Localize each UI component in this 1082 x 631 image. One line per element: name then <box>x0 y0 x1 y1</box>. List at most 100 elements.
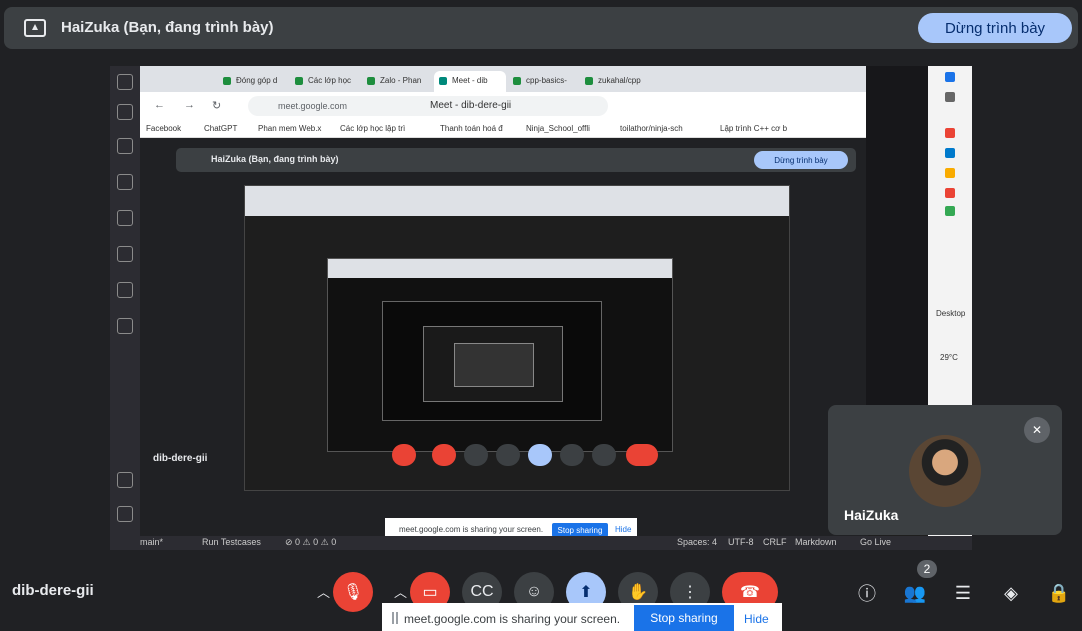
status-counts: ⊘ 0 ⚠ 0 ⚠ 0 <box>285 537 337 547</box>
vscode-status-bar: main* Run Testcases ⊘ 0 ⚠ 0 ⚠ 0 Spaces: … <box>110 536 972 550</box>
bookmark[interactable]: Ninja_School_offli <box>526 124 590 133</box>
browser-tab[interactable]: Zalo - Phan <box>362 71 432 92</box>
bookmark[interactable]: Phan mem Web.x <box>258 124 321 133</box>
browser-tab-active[interactable]: Meet - dib <box>434 71 506 92</box>
inner-raise-hand-icon <box>560 444 584 466</box>
info-icon[interactable]: ⓘ <box>854 580 880 606</box>
folder-icon[interactable] <box>945 168 955 178</box>
inner-mic-off-icon <box>392 444 416 466</box>
people-icon[interactable]: 👥 <box>902 580 928 606</box>
inner-stop-presenting-button: Dừng trình bày <box>754 151 848 169</box>
emoji-icon: ☺ <box>525 583 543 600</box>
recursive-screen-3 <box>382 301 602 421</box>
settings-icon <box>117 506 133 522</box>
browser-window: Đóng góp d Các lớp học Zalo - Phan Meet … <box>140 66 868 541</box>
windows-icon[interactable] <box>945 72 955 82</box>
chat-icon[interactable]: ☰ <box>950 580 976 606</box>
bookmark[interactable]: toilathor/ninja-sch <box>620 124 683 133</box>
present-screen-icon: ⬆ <box>579 584 593 601</box>
raise-hand-icon: ✋ <box>628 584 648 601</box>
status-encoding: UTF-8 <box>728 537 754 547</box>
address-bar: ← → ↻ meet.google.com Meet - dib-dere-gi… <box>140 92 868 120</box>
vscode-activity-bar <box>110 66 140 550</box>
mic-off-button[interactable]: 🎙 <box>333 572 373 612</box>
run-debug-icon <box>117 210 133 226</box>
inner-captions-icon <box>464 444 488 466</box>
inner-banner-title: HaiZuka (Bạn, đang trình bày) <box>211 154 339 164</box>
bookmark[interactable]: Lập trình C++ cơ b <box>720 124 787 133</box>
inner-emoji-icon <box>496 444 520 466</box>
search-icon[interactable] <box>945 92 955 102</box>
bookmark[interactable]: ChatGPT <box>204 124 237 133</box>
more-options-icon: ⋮ <box>682 584 698 601</box>
browser-tab[interactable]: cpp-basics- <box>508 71 578 92</box>
search-icon <box>117 138 133 154</box>
forward-icon[interactable]: → <box>184 99 195 111</box>
chart-icon <box>117 282 133 298</box>
inner-present-icon <box>528 444 552 466</box>
inner-hide-link: Hide <box>615 525 632 534</box>
status-go-live: Go Live <box>860 537 892 547</box>
meeting-code: dib-dere-gii <box>12 582 94 599</box>
camera-off-icon: ▭ <box>422 584 438 601</box>
app-icon[interactable] <box>945 128 955 138</box>
participant-name: HaiZuka <box>844 507 899 523</box>
status-run: Run Testcases <box>202 537 261 547</box>
bookmarks-bar: Facebook ChatGPT Phan mem Web.x Các lớp … <box>140 120 868 138</box>
browser-tab[interactable]: zukahal/cpp <box>580 71 652 92</box>
bot-icon <box>117 318 133 334</box>
account-icon <box>117 472 133 488</box>
presenting-banner: HaiZuka (Bạn, đang trình bày) Dừng trình… <box>4 7 1078 49</box>
omnibox[interactable]: meet.google.com <box>248 96 608 116</box>
chrome-icon[interactable] <box>945 188 955 198</box>
inner-camera-off-icon <box>432 444 456 466</box>
host-controls-icon[interactable]: 🔒 <box>1046 580 1072 606</box>
desktop-label: Desktop <box>936 309 966 318</box>
inner-controls <box>370 444 660 468</box>
inner-hang-up-icon <box>626 444 658 466</box>
browser-tab[interactable]: Các lớp học <box>290 71 360 92</box>
reload-icon[interactable]: ↻ <box>212 99 221 112</box>
audio-options-chevron-icon[interactable]: ︿ <box>317 582 330 601</box>
inner-presenting-banner: HaiZuka (Bạn, đang trình bày) Dừng trình… <box>176 148 856 172</box>
mic-off-icon: 🎙 <box>342 584 364 601</box>
app-icon[interactable] <box>945 206 955 216</box>
status-branch: main* <box>140 537 164 547</box>
video-options-chevron-icon[interactable]: ︿ <box>394 582 407 601</box>
participant-tile[interactable]: ✕ HaiZuka <box>828 405 1062 535</box>
bookmark[interactable]: Facebook <box>146 124 181 133</box>
browser-tab[interactable]: Đóng góp d <box>218 71 288 92</box>
stop-presenting-button[interactable]: Dừng trình bày <box>918 13 1072 43</box>
sharing-message: meet.google.com is sharing your screen. <box>404 612 621 626</box>
mic-off-icon: ✕ <box>1024 417 1050 443</box>
weather-temp: 29°C <box>940 353 958 362</box>
page-title: Meet - dib-dere-gii <box>430 100 512 111</box>
activities-icon[interactable]: ◈ <box>998 580 1024 606</box>
hide-button[interactable]: Hide <box>744 612 769 626</box>
back-icon[interactable]: ← <box>154 99 165 111</box>
tab-strip: Đóng góp d Các lớp học Zalo - Phan Meet … <box>140 66 868 92</box>
extensions-icon <box>117 246 133 262</box>
inner-meeting-code: dib-dere-gii <box>153 453 208 464</box>
vscode-editor-right <box>866 66 930 406</box>
captions-icon: CC <box>470 583 494 600</box>
source-control-icon <box>117 174 133 190</box>
status-spaces: Spaces: 4 <box>677 537 718 547</box>
status-language: Markdown <box>795 537 837 547</box>
stop-sharing-button[interactable]: Stop sharing <box>634 605 734 631</box>
recursive-screen-5 <box>454 343 534 387</box>
drag-handle-icon[interactable] <box>392 612 398 624</box>
vscode-logo-icon <box>117 74 133 90</box>
sharing-notification-bar: meet.google.com is sharing your screen. … <box>382 603 782 631</box>
explorer-icon <box>117 104 133 120</box>
bookmark[interactable]: Thanh toán hoá đ <box>440 124 503 133</box>
recursive-screen-4 <box>423 326 563 402</box>
hang-up-icon: ☎ <box>740 584 760 601</box>
inner-share-message: meet.google.com is sharing your screen. <box>399 525 544 534</box>
inner-more-icon <box>592 444 616 466</box>
participant-avatar <box>909 435 981 507</box>
recursive-screen-2 <box>327 258 673 452</box>
banner-title: HaiZuka (Bạn, đang trình bày) <box>61 19 274 36</box>
vscode-icon[interactable] <box>945 148 955 158</box>
bookmark[interactable]: Các lớp học lập trì <box>340 124 405 133</box>
